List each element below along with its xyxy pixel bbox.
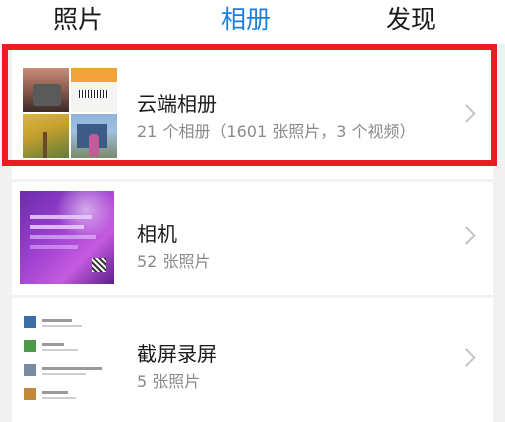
chevron-right-icon	[457, 226, 476, 245]
tab-discover[interactable]: 发现	[386, 2, 436, 38]
thumbnail-photo	[23, 68, 69, 112]
album-count: 52 张照片	[137, 252, 211, 271]
album-title: 云端相册	[137, 92, 217, 116]
album-title: 截屏录屏	[137, 342, 217, 366]
screenshots-album-thumbnail	[20, 308, 114, 412]
album-count: 5 张照片	[137, 372, 201, 391]
camera-album-thumbnail	[20, 191, 114, 284]
tab-albums[interactable]: 相册	[221, 2, 271, 38]
album-list: 云端相册 21 个相册（1601 张照片，3 个视频） 相机 52 张照片 截屏…	[0, 44, 505, 422]
chevron-right-icon	[457, 348, 476, 367]
album-title: 相机	[137, 222, 177, 246]
album-count: 21 个相册（1601 张照片，3 个视频）	[137, 122, 416, 141]
chevron-right-icon	[457, 104, 476, 123]
album-camera-item[interactable]: 相机 52 张照片	[12, 182, 493, 295]
thumbnail-photo	[23, 114, 69, 158]
thumbnail-photo	[71, 68, 117, 112]
top-tab-bar: 照片 相册 发现	[0, 0, 505, 44]
thumbnail-photo	[71, 114, 117, 158]
tab-photos[interactable]: 照片	[53, 2, 103, 38]
cloud-album-thumbnail	[23, 68, 117, 158]
album-cloud-item[interactable]: 云端相册 21 个相册（1601 张照片，3 个视频）	[12, 44, 493, 179]
watermark-text: www.doyxxx.com	[368, 403, 489, 418]
